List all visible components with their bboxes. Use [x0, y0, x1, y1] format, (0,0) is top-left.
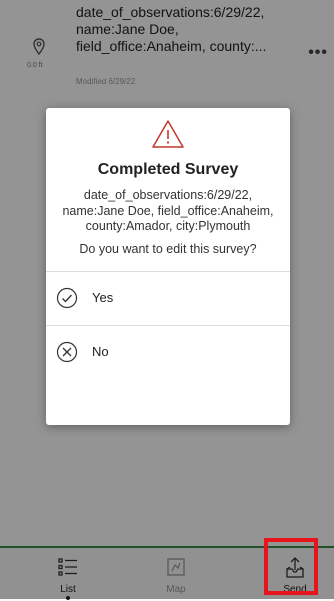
check-circle-icon	[56, 287, 78, 309]
option-label: No	[92, 344, 109, 359]
dialog-title: Completed Survey	[97, 161, 239, 178]
x-circle-icon	[56, 341, 78, 363]
warning-icon	[152, 120, 184, 148]
send-highlight-box	[264, 538, 318, 595]
no-option[interactable]: No	[46, 326, 290, 378]
yes-option[interactable]: Yes	[46, 272, 290, 324]
option-label: Yes	[92, 290, 114, 305]
dialog-question: Do you want to edit this survey?	[79, 242, 257, 256]
edit-survey-dialog: Completed Survey date_of_observations:6/…	[46, 108, 290, 425]
survey-list-screen: 0.0 ft date_of_observations:6/29/22, nam…	[0, 0, 334, 601]
dialog-message: date_of_observations:6/29/22, name:Jane …	[62, 188, 274, 233]
